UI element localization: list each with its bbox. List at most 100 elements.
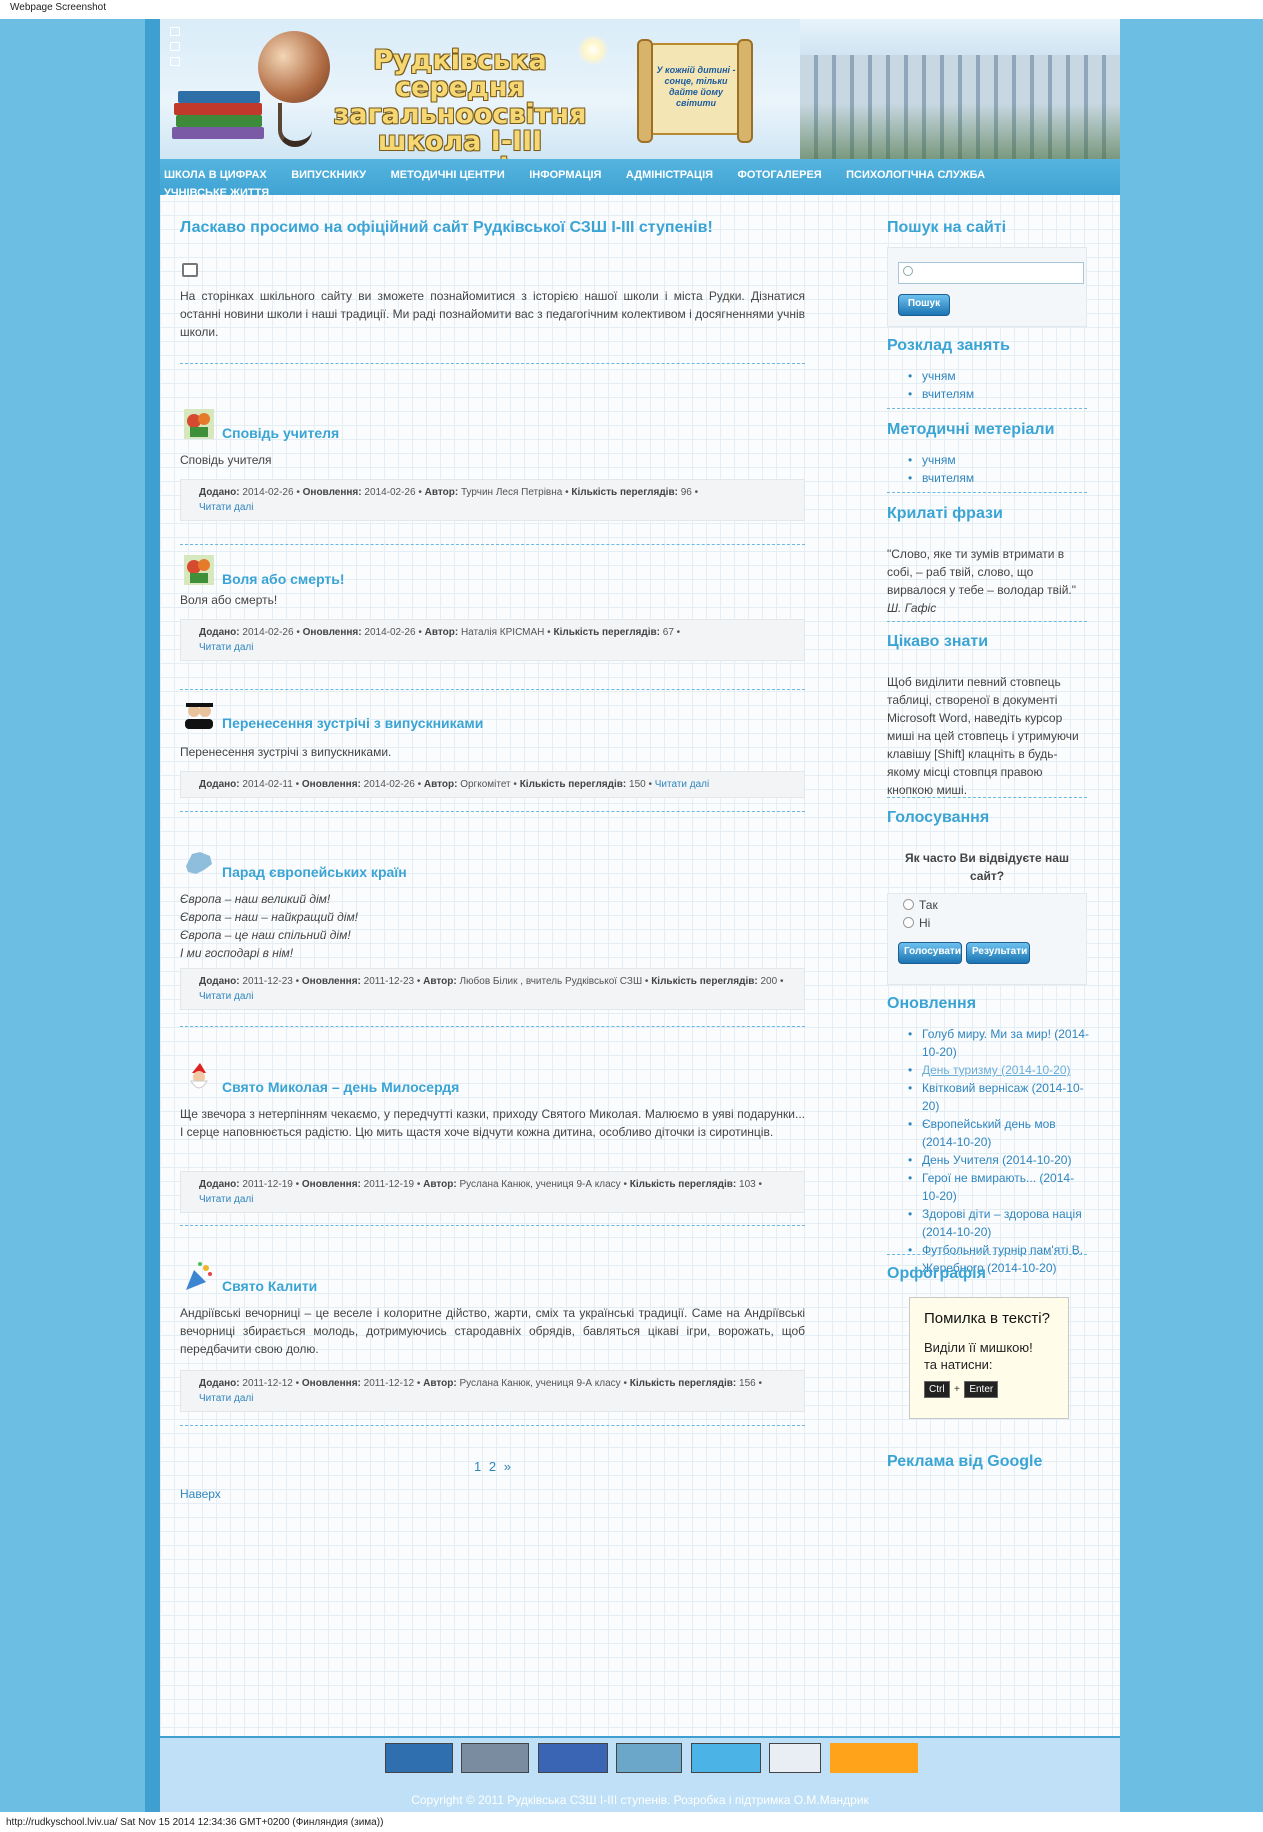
nav-item-psychological-service[interactable]: ПСИХОЛОГІЧНА СЛУЖБА [846,169,985,182]
government-badge[interactable] [461,1743,530,1773]
methods-teachers-link[interactable]: вчителям [908,469,1090,487]
vote-button[interactable]: Голосувати [898,942,962,964]
update-link[interactable]: Європейський день мов (2014-10-20) [908,1115,1090,1151]
partner-badges [385,1743,922,1775]
update-link[interactable]: Голуб миру. Ми за мир! (2014-10-20) [908,1025,1090,1061]
search-input[interactable] [898,262,1084,284]
poll-heading: Голосування [887,809,990,826]
home-icon[interactable] [170,27,180,36]
quote-text: "Слово, яке ти зумів втримати в собі, – … [887,547,1077,597]
divider [180,689,805,690]
poll-option[interactable]: Так [903,898,938,912]
article-meta: Додано: 2014-02-11 • Оновлення: 2014-02-… [180,771,805,798]
copyright-text: Copyright © 2011 Рудківська СЗШ І-ІІІ ст… [411,1793,869,1807]
article-meta: Додано: 2011-12-19 • Оновлення: 2011-12-… [180,1171,805,1213]
graduates-icon [185,703,213,729]
search-button[interactable]: Пошук [898,294,950,316]
divider [180,363,805,364]
divider [887,621,1087,622]
methods-students-link[interactable]: учням [908,451,1090,469]
nav-item-graduates[interactable]: ВИПУСКНИКУ [291,169,366,182]
article-title-link[interactable]: Перенесення зустрічі з випускниками [222,715,483,731]
plus-sign: + [954,1384,960,1395]
ads-heading: Реклама від Google [887,1453,1043,1470]
external-link-badge[interactable] [829,1743,918,1773]
quote-block: "Слово, яке ти зумів втримати в собі, – … [887,545,1087,617]
schedule-list: учням вчителям [908,367,1090,403]
schedule-students-link[interactable]: учням [908,367,1090,385]
read-more-link[interactable]: Читати далі [199,991,253,1002]
article-meta: Додано: 2014-02-26 • Оновлення: 2014-02-… [180,479,805,521]
pagination: 1 2 » [180,1459,805,1474]
browser-caption: Webpage Screenshot [0,0,1263,19]
update-link[interactable]: День туризму (2014-10-20) [908,1061,1090,1079]
nav-item-methodical-centers[interactable]: МЕТОДИЧНІ ЦЕНТРИ [391,169,505,182]
article-text: Європа – наш великий дім! Європа – наш –… [180,892,359,960]
motto-scroll: У кожній дитині - сонце, тільки дайте йо… [637,39,753,143]
nav-item-administration[interactable]: АДМІНІСТРАЦІЯ [626,169,713,182]
enter-key: Enter [964,1381,999,1398]
nav-item-information[interactable]: ІНФОРМАЦІЯ [529,169,601,182]
article-meta: Додано: 2011-12-12 • Оновлення: 2011-12-… [180,1370,805,1412]
quote-author: Ш. Гафіс [887,601,937,615]
article-title-link[interactable]: Сповідь учителя [222,425,339,441]
wiki-badge[interactable] [690,1743,761,1773]
next-page-link[interactable]: » [504,1459,511,1474]
divider [887,1254,1087,1255]
read-more-link[interactable]: Читати далі [655,779,709,790]
mail-icon[interactable] [170,42,180,51]
article-text: Сповідь учителя [180,453,272,467]
poll-question: Як часто Ви відвідуєте наш сайт? [905,851,1069,883]
update-link[interactable]: Квітковий вернісаж (2014-10-20) [908,1079,1090,1115]
update-link[interactable]: Здорові діти – здорова нація (2014-10-20… [908,1205,1090,1241]
update-link[interactable]: День Учителя (2014-10-20) [908,1151,1090,1169]
update-link[interactable]: Герої не вмирають... (2014-10-20) [908,1169,1090,1205]
page-1-link[interactable]: 1 [474,1459,481,1474]
print-icon[interactable] [182,263,198,277]
intro-text: На сторінках шкільного сайту ви зможете … [180,289,805,339]
orthography-heading: Орфографія [887,1265,986,1282]
books-illustration [172,87,282,147]
article-text: Воля або смерть! [180,593,278,607]
article-title-link[interactable]: Воля або смерть! [222,571,345,587]
read-more-link[interactable]: Читати далі [199,642,253,653]
divider [180,811,805,812]
read-more-link[interactable]: Читати далі [199,1194,253,1205]
testing-center-badge[interactable] [769,1743,822,1773]
schedule-teachers-link[interactable]: вчителям [908,385,1090,403]
article-title-link[interactable]: Свято Калити [222,1278,317,1294]
radio-button[interactable] [903,899,914,910]
browser-status-line: http://rudkyschool.lviv.ua/ Sat Nov 15 2… [0,1812,1263,1832]
flowers-gift-icon [184,409,214,439]
school-building-photo [800,19,1120,159]
ortho-title: Помилка в тексті? [924,1310,1050,1327]
ortho-instruction: Виділи її мишкою! та натисни: [924,1340,1033,1372]
education-portal-badge[interactable] [616,1743,683,1773]
article-title-link[interactable]: Свято Миколая – день Милосердя [222,1079,459,1095]
motto-text: У кожній дитині - сонце, тільки дайте йо… [656,65,736,108]
facts-heading: Цікаво знати [887,633,989,650]
page-2-link[interactable]: 2 [489,1459,496,1474]
nav-item-student-life[interactable]: УЧНІВСЬКЕ ЖИТТЯ [164,187,269,200]
globe-stand [278,103,312,147]
article-meta: Додано: 2011-12-23 • Оновлення: 2011-12-… [180,968,805,1010]
main-nav: ШКОЛА В ЦИФРАХ ВИПУСКНИКУ МЕТОДИЧНІ ЦЕНТ… [160,159,1120,199]
nav-item-photo-gallery[interactable]: ФОТОГАЛЕРЕЯ [737,169,821,182]
results-button[interactable]: Результати [966,942,1030,964]
fact-text: Щоб виділити певний стовпець таблиці, ст… [887,675,1079,797]
president-badge[interactable] [385,1743,453,1773]
read-more-link[interactable]: Читати далі [199,1393,253,1404]
nav-item-school-in-numbers[interactable]: ШКОЛА В ЦИФРАХ [164,169,267,182]
sitemap-icon[interactable] [170,57,180,66]
header-quick-icons [170,27,182,72]
poll-option[interactable]: Ні [903,916,930,930]
ministry-badge[interactable] [537,1743,608,1773]
methods-list: учням вчителям [908,451,1090,487]
article-title-link[interactable]: Парад європейських країн [222,864,407,880]
search-panel: Пошук [887,247,1087,327]
schedule-heading: Розклад занять [887,337,1010,354]
back-to-top-link[interactable]: Наверх [180,1487,221,1501]
divider [887,408,1087,409]
read-more-link[interactable]: Читати далі [199,502,253,513]
radio-button[interactable] [903,917,914,928]
